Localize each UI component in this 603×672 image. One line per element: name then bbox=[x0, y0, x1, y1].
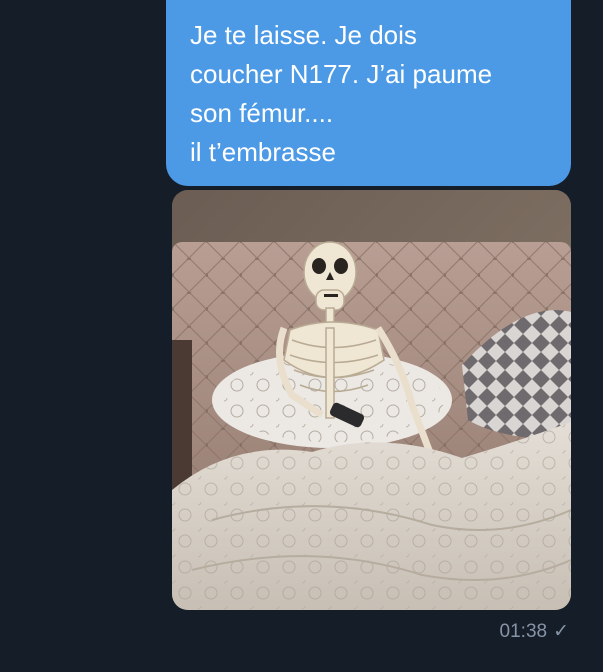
skeleton-in-bed-photo bbox=[172, 190, 571, 610]
check-icon: ✓ bbox=[553, 621, 569, 642]
message-meta: 01:38 ✓ bbox=[500, 620, 569, 643]
message-time: 01:38 bbox=[499, 620, 548, 642]
outgoing-message-bubble[interactable]: Je te laisse. Je dois coucher N177. J’ai… bbox=[166, 0, 571, 186]
message-photo[interactable] bbox=[172, 190, 571, 610]
message-text: Je te laisse. Je dois coucher N177. J’ai… bbox=[190, 20, 493, 167]
